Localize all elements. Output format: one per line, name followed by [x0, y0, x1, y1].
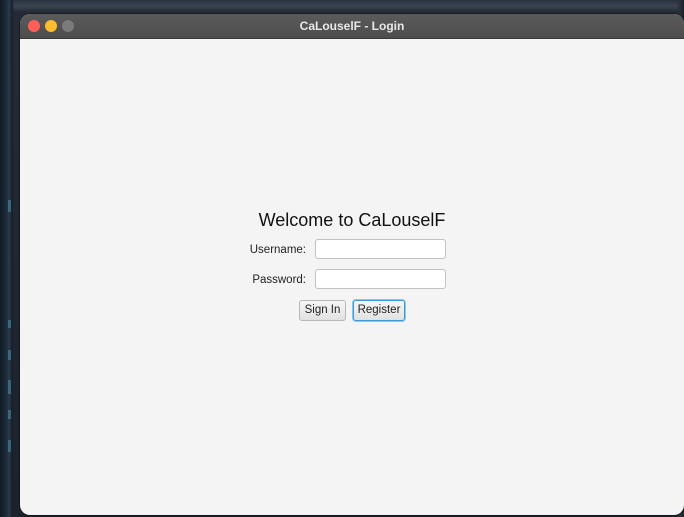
username-input[interactable]: [315, 239, 446, 259]
welcome-heading: Welcome to CaLouselF: [258, 210, 446, 230]
register-button[interactable]: Register: [353, 300, 405, 321]
window-title: CaLouselF - Login: [299, 19, 405, 33]
sign-in-button[interactable]: Sign In: [299, 300, 346, 321]
desktop-wallpaper-stripe: [8, 440, 11, 452]
desktop-wallpaper-stripe: [8, 350, 11, 360]
password-input[interactable]: [315, 269, 446, 289]
desktop-wallpaper-stripe: [8, 200, 11, 212]
desktop-wallpaper-stripe: [8, 410, 11, 419]
login-window: CaLouselF - Login Welcome to CaLouselF U…: [20, 14, 684, 515]
title-bar[interactable]: CaLouselF - Login: [20, 14, 684, 39]
desktop-wallpaper-stripe: [8, 320, 11, 328]
username-label: Username:: [249, 244, 306, 256]
password-label: Password:: [252, 274, 306, 286]
desktop-wallpaper-stripe: [8, 380, 11, 394]
